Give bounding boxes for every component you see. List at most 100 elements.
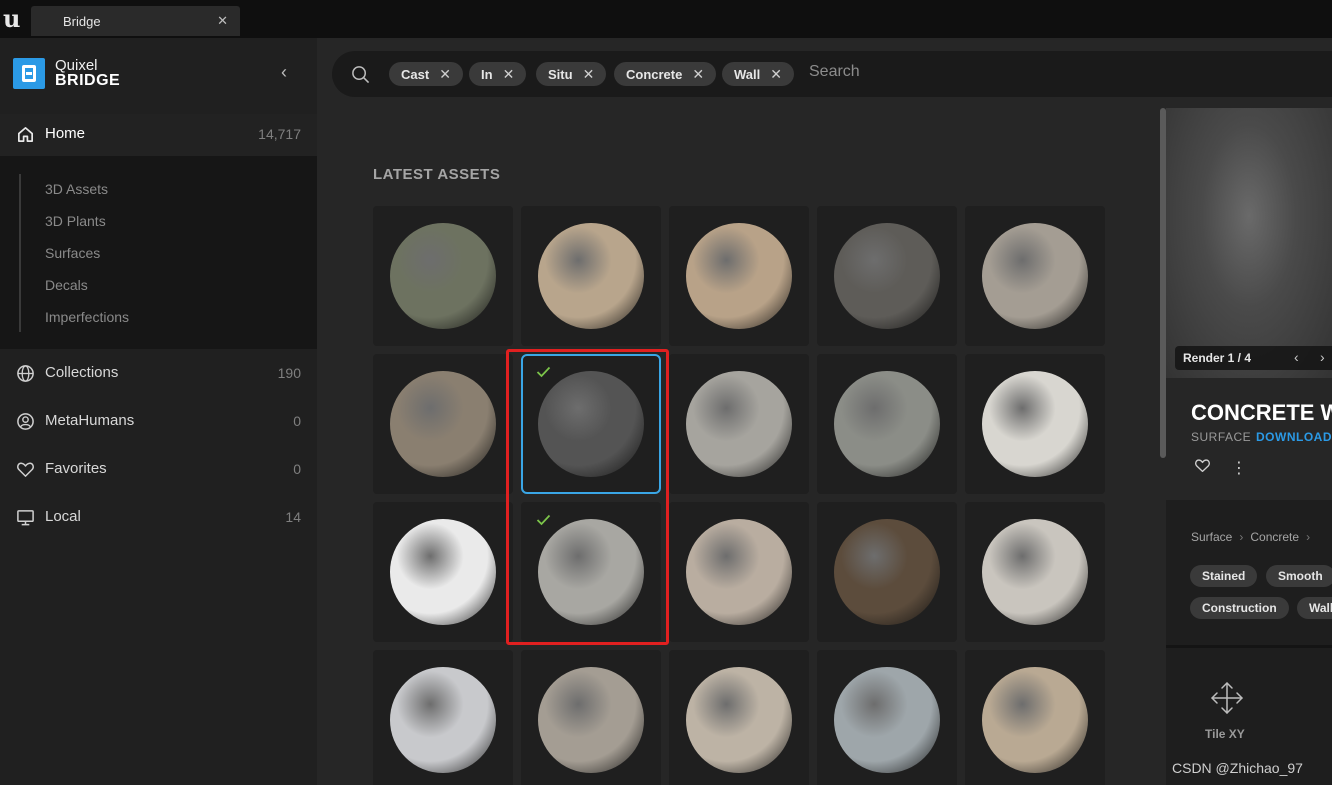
asset-thumbnail [982,371,1088,477]
asset-card[interactable] [817,354,957,494]
tag-wall[interactable]: Wall [1297,597,1332,619]
next-render-icon[interactable]: › [1320,349,1325,365]
asset-card[interactable] [965,502,1105,642]
asset-type: SURFACE [1191,430,1252,444]
asset-card[interactable] [521,650,661,785]
asset-thumbnail [834,667,940,773]
monitor-icon [17,510,34,526]
asset-detail-panel: Render 1 / 4 ‹ › CONCRETE WA SURFACE DOW… [1166,108,1332,785]
asset-thumbnail [390,223,496,329]
asset-thumbnail [686,667,792,773]
globe-icon [17,365,34,382]
watermark: CSDN @Zhichao_97 [1172,760,1303,776]
breadcrumb-separator-icon: › [1239,530,1244,544]
annotation-highlight-box [506,349,669,645]
breadcrumb-separator-icon: › [1306,530,1311,544]
subnav-item-3d-plants[interactable]: 3D Plants [45,213,106,229]
tag-construction[interactable]: Construction [1190,597,1289,619]
chip-label: Situ [548,67,573,82]
download-status[interactable]: DOWNLOADE [1256,430,1332,444]
render-navigator: Render 1 / 4 ‹ › [1175,346,1332,370]
asset-thumbnail [390,519,496,625]
filter-chip-wall[interactable]: Wall ✕ [722,62,794,86]
asset-thumbnail [982,667,1088,773]
asset-breadcrumb: Surface › Concrete › [1191,530,1317,544]
more-options-icon[interactable]: ⋮ [1231,458,1247,478]
asset-card[interactable] [521,206,661,346]
favorite-heart-icon[interactable] [1194,458,1211,473]
chip-remove-icon[interactable]: ✕ [692,66,704,82]
tag-stained[interactable]: Stained [1190,565,1258,587]
asset-card[interactable] [373,502,513,642]
chip-remove-icon[interactable]: ✕ [503,66,515,82]
sidebar-item-home[interactable]: Home 14,717 [0,114,317,156]
asset-card[interactable] [965,206,1105,346]
asset-card[interactable] [373,206,513,346]
asset-card[interactable] [965,354,1105,494]
asset-card[interactable] [817,502,957,642]
sidebar-item-label: MetaHumans [45,412,135,429]
home-icon [17,126,34,143]
move-arrows-icon[interactable] [1210,681,1244,715]
person-icon [17,413,34,430]
heart-icon [17,462,34,477]
asset-card[interactable] [669,354,809,494]
asset-card[interactable] [373,354,513,494]
breadcrumb-item[interactable]: Surface [1191,530,1232,544]
asset-thumbnail [982,223,1088,329]
asset-card[interactable] [669,502,809,642]
tile-xy-label: Tile XY [1205,727,1245,741]
asset-card[interactable] [965,650,1105,785]
asset-thumbnail [834,519,940,625]
chip-remove-icon[interactable]: ✕ [439,66,451,82]
chip-remove-icon[interactable]: ✕ [770,66,782,82]
sidebar-item-count: 14,717 [258,126,301,142]
sidebar-item-count: 190 [277,365,301,381]
tab-bridge[interactable]: Bridge ✕ [31,6,240,36]
filter-chip-concrete[interactable]: Concrete ✕ [614,62,717,86]
asset-card[interactable] [373,650,513,785]
subnav-item-surfaces[interactable]: Surfaces [45,245,100,261]
title-bar: u Bridge ✕ [0,0,1332,38]
asset-card[interactable] [817,206,957,346]
asset-thumbnail [538,667,644,773]
search-input[interactable]: Search [809,63,860,81]
asset-thumbnail [686,519,792,625]
search-icon [352,66,370,84]
tag-smooth[interactable]: Smooth [1266,565,1332,587]
sidebar-item-label: Home [45,125,86,142]
subnav-item-3d-assets[interactable]: 3D Assets [45,181,108,197]
home-subnav: 3D Assets 3D Plants Surfaces Decals Impe… [0,156,317,349]
sidebar: Quixel BRIDGE ‹ Home 14,717 3D Assets 3D… [0,38,317,785]
sidebar-item-local[interactable]: Local 14 [0,497,317,537]
prev-render-icon[interactable]: ‹ [1294,349,1299,365]
chip-label: Concrete [626,67,683,82]
filter-chip-situ[interactable]: Situ ✕ [536,62,607,86]
collapse-sidebar-icon[interactable]: ‹ [281,62,287,83]
sidebar-item-metahumans[interactable]: MetaHumans 0 [0,401,317,441]
search-bar[interactable]: Cast ✕ In ✕ Situ ✕ Concrete ✕ Wall ✕ Search [332,51,1332,97]
asset-card[interactable] [817,650,957,785]
asset-grid [373,206,1108,785]
asset-preview-image[interactable]: Render 1 / 4 ‹ › [1166,108,1332,378]
asset-thumbnail [686,371,792,477]
asset-thumbnail [686,223,792,329]
tab-title: Bridge [63,14,101,29]
subnav-divider [19,174,21,332]
breadcrumb-item[interactable]: Concrete [1250,530,1299,544]
sidebar-item-count: 0 [293,413,301,429]
sidebar-item-collections[interactable]: Collections 190 [0,353,317,393]
section-title: LATEST ASSETS [373,166,501,183]
sidebar-item-favorites[interactable]: Favorites 0 [0,449,317,489]
filter-chip-cast[interactable]: Cast ✕ [389,62,463,86]
svg-text:u: u [3,4,20,32]
filter-chip-in[interactable]: In ✕ [469,62,527,86]
asset-thumbnail [390,371,496,477]
asset-card[interactable] [669,650,809,785]
subnav-item-imperfections[interactable]: Imperfections [45,309,129,325]
subnav-item-decals[interactable]: Decals [45,277,88,293]
asset-card[interactable] [669,206,809,346]
tab-close-icon[interactable]: ✕ [217,13,228,29]
asset-thumbnail [982,519,1088,625]
chip-remove-icon[interactable]: ✕ [583,66,595,82]
